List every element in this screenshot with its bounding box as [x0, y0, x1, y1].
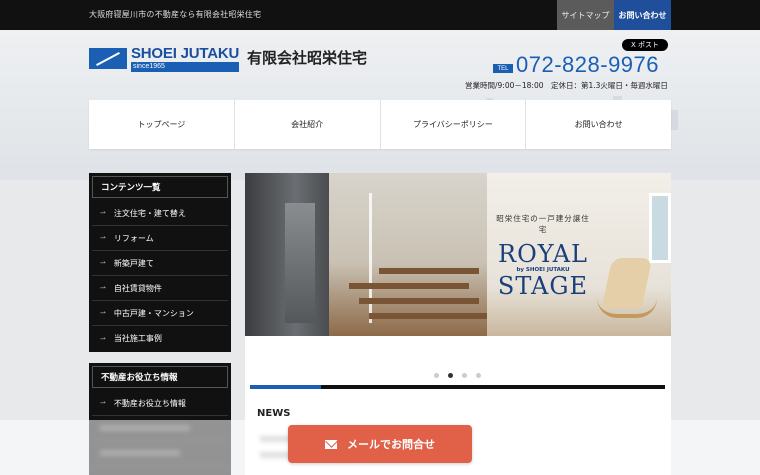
company-name: 有限会社昭栄住宅 [247, 49, 368, 67]
mail-contact-label: メールでお問合せ [347, 438, 435, 451]
sidebar-item-label: 不動産お役立ち情報 [113, 398, 186, 408]
top-bar: 大阪府寝屋川市の不動産なら有限会社昭栄住宅 サイトマップ お問い合わせ [0, 0, 760, 30]
sidebar-item-label: 注文住宅・建て替え [113, 208, 186, 218]
nav-item-privacy[interactable]: プライバシーポリシー [381, 100, 527, 149]
sidebar-item-rental[interactable]: ⇀ 自社賃貸物件 [92, 276, 228, 301]
sidebar-item-works[interactable]: ⇀ 当社施工事例 [92, 326, 228, 351]
arrow-right-icon: ⇀ [100, 234, 106, 242]
sidebar-item-label: 新築戸建て [113, 258, 154, 268]
sidebar-item-custom-home[interactable]: ⇀ 注文住宅・建て替え [92, 201, 228, 226]
window-graphic [649, 193, 671, 263]
slide-title-royal: ROYAL [498, 240, 588, 268]
contact-link[interactable]: お問い合わせ [614, 0, 671, 30]
arrow-right-icon: ⇀ [100, 334, 106, 343]
tel-badge: TEL [493, 64, 513, 73]
slider-dot[interactable] [476, 373, 481, 378]
door-graphic [285, 203, 315, 323]
slide-image-prev [245, 173, 329, 336]
mail-icon [325, 439, 337, 449]
nav-item-top[interactable]: トップページ [89, 100, 235, 149]
sidebar-item-reform[interactable]: ⇀ リフォーム [92, 226, 228, 251]
sidebar-info-heading: 不動産お役立ち情報 [92, 366, 228, 388]
slider-progress-bar [250, 385, 665, 389]
arrow-right-icon: ⇀ [100, 209, 106, 217]
sidebar-item-label: リフォーム [113, 233, 154, 243]
slider-progress-fill [250, 385, 321, 389]
chair-frame-graphic [597, 298, 657, 318]
sidebar-item-new-house[interactable]: ⇀ 新築戸建て [92, 251, 228, 276]
nav-item-contact[interactable]: お問い合わせ [526, 100, 671, 149]
nav-item-company[interactable]: 会社紹介 [235, 100, 381, 149]
logo-name[interactable]: SHOEI JUTAKU [131, 45, 239, 62]
slider-dot[interactable] [434, 373, 439, 378]
sidebar-contents: コンテンツ一覧 ⇀ 注文住宅・建て替え ⇀ リフォーム ⇀ 新築戸建て ⇀ 自社… [89, 173, 231, 352]
news-heading: NEWS [257, 408, 291, 419]
phone-number[interactable]: 072-828-9976 [516, 52, 659, 78]
slide-image-stairs [329, 173, 487, 336]
logo-since: since1965 [131, 62, 239, 72]
sidebar-item-used[interactable]: ⇀ 中古戸建・マンション [92, 301, 228, 326]
arrow-right-icon: ⇀ [100, 284, 106, 292]
slider-dot[interactable] [462, 373, 467, 378]
arrow-right-icon: ⇀ [100, 399, 106, 407]
logo-mark[interactable] [89, 48, 127, 69]
slide-subtitle: 昭栄住宅の一戸建分譲住宅 [496, 214, 590, 234]
sidebar-contents-heading: コンテンツ一覧 [92, 176, 228, 198]
slider-dot-active[interactable] [448, 373, 453, 378]
arrow-right-icon: ⇀ [100, 259, 106, 267]
sidebar-item-label: 中古戸建・マンション [113, 308, 194, 318]
sidebar-item-label: 自社賃貸物件 [113, 283, 162, 293]
sidebar-item-info[interactable]: ⇀ 不動産お役立ち情報 [92, 391, 228, 416]
hero-slider[interactable]: 昭栄住宅の一戸建分譲住宅 ROYAL by SHOEI JUTAKU STAGE [245, 173, 671, 336]
slide-caption: 昭栄住宅の一戸建分譲住宅 ROYAL by SHOEI JUTAKU STAGE [493, 213, 593, 299]
site-tagline: 大阪府寝屋川市の不動産なら有限会社昭栄住宅 [89, 10, 262, 19]
mail-contact-button[interactable]: メールでお問合せ [288, 425, 472, 463]
arrow-right-icon: ⇀ [100, 309, 106, 317]
global-nav: トップページ 会社紹介 プライバシーポリシー お問い合わせ [89, 100, 671, 149]
x-post-button[interactable]: X ポスト [622, 39, 668, 51]
sidebar-item-label: 当社施工事例 [113, 334, 162, 343]
sitemap-link[interactable]: サイトマップ [557, 0, 614, 30]
slide-title-stage: STAGE [497, 272, 589, 300]
business-hours: 営業時間/9:00－18:00 定休日：第1.3火曜日・毎週水曜日 [465, 81, 668, 90]
